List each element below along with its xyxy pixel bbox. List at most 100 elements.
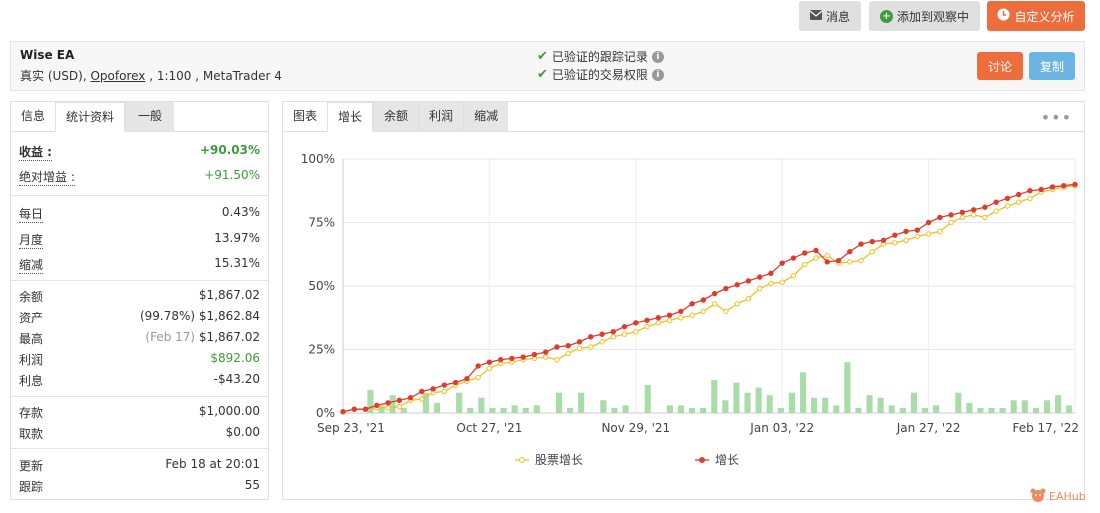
growth-point xyxy=(554,344,560,350)
equity-growth-point xyxy=(554,356,560,363)
verified-trade-label: 已验证的交易权限 xyxy=(551,68,648,82)
equity-growth-point xyxy=(802,261,808,268)
growth-point xyxy=(1027,188,1033,194)
growth-point xyxy=(959,209,966,216)
discuss-button[interactable]: 讨论 xyxy=(977,52,1023,80)
absolute-gain-label[interactable]: 绝对增益 : xyxy=(19,168,75,186)
gain-label[interactable]: 收益 : xyxy=(19,143,52,161)
growth-point xyxy=(621,323,628,330)
check-icon: ✔ xyxy=(537,67,548,82)
growth-bar xyxy=(877,397,884,413)
growth-point xyxy=(655,315,662,321)
growth-bar xyxy=(489,407,496,413)
growth-bar xyxy=(777,407,784,413)
tab-chart[interactable]: 图表 xyxy=(283,102,327,131)
messages-button[interactable]: 消息 xyxy=(799,1,861,31)
equity-growth-point xyxy=(588,344,594,350)
growth-point xyxy=(1061,182,1067,189)
growth-bar xyxy=(722,400,729,413)
stats-panel: 信息 统计资料 一般 收益 : +90.03% 绝对增益 : +91.50% 每… xyxy=(10,101,269,500)
equity-growth-point xyxy=(565,350,571,357)
stat-gain: 收益 : +90.03% xyxy=(19,143,260,163)
y-tick-label: 50% xyxy=(308,279,335,293)
equity-growth-point xyxy=(948,219,954,226)
growth-point xyxy=(509,355,515,362)
growth-point xyxy=(486,359,493,365)
growth-bar xyxy=(689,407,696,413)
growth-bar xyxy=(788,392,795,413)
equity-growth-point xyxy=(1004,203,1011,209)
custom-analysis-button[interactable]: 自定义分析 xyxy=(987,1,1085,31)
deposits-value: $1,000.00 xyxy=(198,404,260,418)
ea-name: Wise EA xyxy=(20,48,75,62)
add-to-watchlist-button[interactable]: + 添加到观察中 xyxy=(869,1,980,31)
growth-bar xyxy=(811,397,818,413)
growth-bar xyxy=(744,392,751,413)
interest-label: 利息 xyxy=(19,374,44,388)
legend-equity-growth-marker xyxy=(519,457,525,463)
ellipsis-icon[interactable]: ••• xyxy=(1041,108,1072,127)
growth-point xyxy=(993,199,999,205)
growth-point xyxy=(576,339,583,345)
profit-label: 利润 xyxy=(19,353,44,367)
equity-growth-point xyxy=(644,323,650,330)
growth-bar xyxy=(799,372,807,413)
equity-growth-point xyxy=(903,237,909,243)
equity-growth-point xyxy=(633,329,639,335)
copy-button[interactable]: 复制 xyxy=(1029,52,1075,80)
equity-growth-point xyxy=(486,365,493,372)
x-tick-label: Feb 17, '22 xyxy=(1012,421,1079,435)
equity-growth-point xyxy=(543,354,549,360)
daily-label[interactable]: 每日 xyxy=(19,205,44,223)
tab-balance[interactable]: 余额 xyxy=(373,102,419,131)
equity-value-group: (99.78%) $1,862.84 xyxy=(140,309,260,323)
growth-point xyxy=(1038,186,1044,193)
growth-point xyxy=(340,409,346,415)
growth-point xyxy=(711,290,718,297)
growth-point xyxy=(903,228,909,235)
growth-bar xyxy=(921,407,929,413)
growth-point xyxy=(779,260,785,266)
tracking-label: 跟踪 xyxy=(19,480,44,494)
info-icon[interactable]: i xyxy=(651,68,664,81)
equity-growth-point xyxy=(858,257,864,264)
equity-growth-point xyxy=(813,255,819,261)
tab-growth[interactable]: 增长 xyxy=(327,102,374,132)
equity-growth-point xyxy=(970,212,977,218)
growth-point xyxy=(880,237,887,243)
tab-drawdown[interactable]: 缩减 xyxy=(463,102,509,131)
balance-value: $1,867.02 xyxy=(198,288,260,302)
tab-profit[interactable]: 利润 xyxy=(418,102,464,131)
growth-bar xyxy=(1055,395,1062,413)
stat-tracking: 跟踪 55 xyxy=(19,478,260,498)
growth-bar xyxy=(666,405,673,413)
equity-growth-point xyxy=(993,208,999,214)
growth-point xyxy=(892,232,898,238)
x-tick-label: Jan 27, '22 xyxy=(896,421,961,435)
equity-growth-point xyxy=(576,345,583,351)
info-icon[interactable]: i xyxy=(651,50,664,63)
tab-statistics[interactable]: 统计资料 xyxy=(55,102,126,132)
drawdown-label[interactable]: 缩减 xyxy=(19,256,44,274)
growth-bar xyxy=(899,407,906,413)
equity-growth-point xyxy=(396,403,403,410)
growth-bar xyxy=(433,402,441,413)
equity-growth-point xyxy=(689,312,695,318)
growth-bar xyxy=(822,397,829,413)
growth-bar xyxy=(866,395,873,413)
tab-info[interactable]: 信息 xyxy=(11,102,55,131)
broker-link[interactable]: Opoforex xyxy=(90,69,145,83)
growth-bar xyxy=(467,407,474,413)
monthly-label[interactable]: 月度 xyxy=(19,231,44,249)
updated-value: Feb 18 at 20:01 xyxy=(165,457,260,471)
tab-general[interactable]: 一般 xyxy=(125,102,175,131)
growth-point xyxy=(756,274,763,280)
growth-bar xyxy=(500,407,507,413)
equity-growth-point xyxy=(475,374,481,381)
check-icon: ✔ xyxy=(537,49,548,64)
growth-bar xyxy=(844,362,851,413)
growth-bar xyxy=(833,405,840,413)
equity-growth-point xyxy=(914,233,921,240)
account-details: , 1:100 , MetaTrader 4 xyxy=(149,69,282,83)
watermark: EAHub xyxy=(1030,488,1086,505)
